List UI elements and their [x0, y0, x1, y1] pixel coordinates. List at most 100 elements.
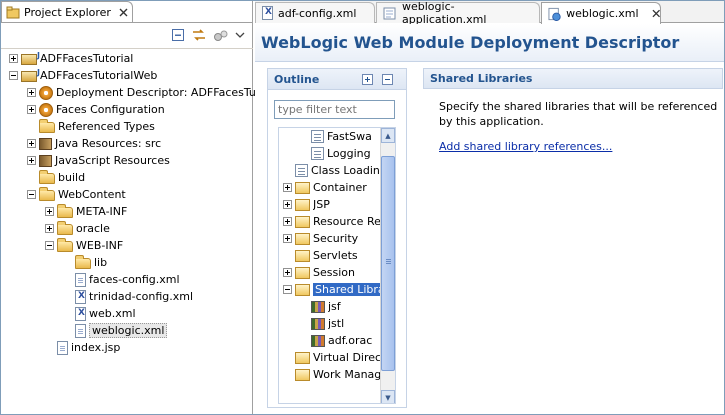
- folder-icon: [57, 238, 73, 252]
- outline-item[interactable]: adf.orac: [279, 332, 380, 349]
- outline-item[interactable]: Logging: [279, 145, 380, 162]
- outline-item[interactable]: Class Loadin: [279, 162, 380, 179]
- xml-file-icon: [262, 6, 273, 20]
- section-title: Shared Libraries: [430, 72, 533, 85]
- expand-icon[interactable]: [27, 105, 36, 114]
- tab-weblogic-application[interactable]: weblogic-application.xml: [376, 0, 540, 26]
- tree-item-label: Faces Configuration: [56, 103, 165, 116]
- outline-item-label: jstl: [328, 317, 345, 330]
- tree-item[interactable]: JavaScript Resources: [1, 152, 253, 169]
- tree-item-label: oracle: [76, 222, 110, 235]
- expand-icon[interactable]: [9, 54, 18, 63]
- java-resources-icon: [39, 138, 52, 150]
- expand-icon[interactable]: [283, 183, 292, 192]
- tree-item[interactable]: web.xml: [1, 305, 253, 322]
- collapse-icon[interactable]: [283, 285, 292, 294]
- editor-tab-bar: adf-config.xml weblogic-application.xml …: [255, 0, 724, 26]
- collapse-icon[interactable]: [9, 71, 18, 80]
- expand-icon[interactable]: [283, 268, 292, 277]
- tree-item-label: ADFFacesTutorial: [40, 52, 134, 65]
- outline-item[interactable]: jsf: [279, 298, 380, 315]
- outline-item-label: Servlets: [313, 249, 358, 262]
- add-shared-library-link[interactable]: Add shared library references...: [439, 140, 612, 153]
- tree-item[interactable]: build: [1, 169, 253, 186]
- outline-item[interactable]: Work Manag: [279, 366, 380, 383]
- tab-label: weblogic-application.xml: [402, 0, 487, 26]
- library-icon: [39, 155, 52, 167]
- tree-item[interactable]: Faces Configuration: [1, 101, 253, 118]
- tree-item[interactable]: Referenced Types: [1, 118, 253, 135]
- scroll-thumb[interactable]: [381, 156, 395, 371]
- project-explorer-title: Project Explorer: [24, 5, 111, 19]
- tree-item[interactable]: lib: [1, 254, 253, 271]
- collapse-icon[interactable]: [45, 241, 54, 250]
- outline-item[interactable]: jstl: [279, 315, 380, 332]
- project-icon: [21, 51, 40, 65]
- tree-item[interactable]: weblogic.xml: [1, 322, 253, 339]
- tree-item[interactable]: ADFFacesTutorial: [1, 50, 253, 67]
- section-description: Specify the shared libraries that will b…: [439, 100, 718, 128]
- expand-icon[interactable]: [27, 88, 36, 97]
- tab-adf-config[interactable]: adf-config.xml: [255, 2, 375, 23]
- tree-item[interactable]: WebContent: [1, 186, 253, 203]
- folder-icon: [295, 198, 310, 211]
- tab-weblogic[interactable]: weblogic.xml: [541, 2, 661, 24]
- editor-header: WebLogic Web Module Deployment Descripto…: [255, 24, 724, 62]
- tab-underline: [1, 22, 253, 23]
- view-menu-icon[interactable]: [235, 31, 245, 39]
- filters-icon[interactable]: [213, 28, 229, 42]
- folder-icon: [295, 351, 310, 364]
- expand-icon[interactable]: [283, 217, 292, 226]
- file-icon: [75, 272, 86, 287]
- deployment-descriptor-editor: adf-config.xml weblogic-application.xml …: [255, 0, 724, 414]
- outline-item-label: Virtual Direct: [313, 351, 380, 364]
- tree-item[interactable]: trinidad-config.xml: [1, 288, 253, 305]
- expand-icon[interactable]: [45, 207, 54, 216]
- tree-item[interactable]: oracle: [1, 220, 253, 237]
- tree-item[interactable]: META-INF: [1, 203, 253, 220]
- outline-item[interactable]: Session: [279, 264, 380, 281]
- collapse-all-icon[interactable]: [382, 74, 393, 85]
- weblogic-app-file-icon: [383, 7, 396, 20]
- scroll-down-icon[interactable]: ▼: [381, 390, 395, 403]
- link-with-editor-icon[interactable]: [191, 28, 207, 42]
- collapse-all-icon[interactable]: [171, 28, 185, 42]
- tree-item[interactable]: Java Resources: src: [1, 135, 253, 152]
- expand-all-icon[interactable]: [362, 74, 373, 85]
- expand-icon[interactable]: [27, 156, 36, 165]
- outline-item-label: Shared Libra: [313, 283, 380, 296]
- tree-item[interactable]: WEB-INF: [1, 237, 253, 254]
- library-icon: [311, 334, 325, 347]
- expand-icon[interactable]: [27, 139, 36, 148]
- expand-icon[interactable]: [283, 234, 292, 243]
- outline-item[interactable]: Security: [279, 230, 380, 247]
- tree-item[interactable]: index.jsp: [1, 339, 253, 356]
- folder-icon: [295, 181, 310, 194]
- outline-item-label: FastSwa: [327, 130, 372, 143]
- outline-item[interactable]: Servlets: [279, 247, 380, 264]
- outline-item[interactable]: Virtual Direct: [279, 349, 380, 366]
- expand-icon[interactable]: [283, 200, 292, 209]
- close-icon[interactable]: [119, 8, 128, 17]
- outline-item[interactable]: JSP: [279, 196, 380, 213]
- outline-item[interactable]: FastSwa: [279, 128, 380, 145]
- folder-icon: [39, 187, 55, 201]
- project-explorer-tab[interactable]: Project Explorer: [1, 1, 133, 22]
- tree-item[interactable]: ADFFacesTutorialWeb: [1, 67, 253, 84]
- folder-icon: [39, 170, 55, 184]
- scroll-up-icon[interactable]: ▲: [381, 128, 395, 143]
- toolbar-divider: [1, 48, 253, 49]
- outline-item[interactable]: Resource Re: [279, 213, 380, 230]
- tree-item[interactable]: faces-config.xml: [1, 271, 253, 288]
- tree-item[interactable]: Deployment Descriptor: ADFFacesTuto: [1, 84, 267, 101]
- outline-item[interactable]: Container: [279, 179, 380, 196]
- file-icon: [57, 340, 68, 355]
- outline-item[interactable]: Shared Libra: [279, 281, 380, 298]
- expand-icon[interactable]: [45, 224, 54, 233]
- close-icon[interactable]: [652, 9, 660, 18]
- scroll-grip: [386, 259, 391, 260]
- outline-item-label: adf.orac: [328, 334, 373, 347]
- collapse-icon[interactable]: [27, 190, 36, 199]
- filter-input[interactable]: [274, 100, 395, 119]
- outline-scrollbar[interactable]: ▲ ▼: [380, 128, 395, 403]
